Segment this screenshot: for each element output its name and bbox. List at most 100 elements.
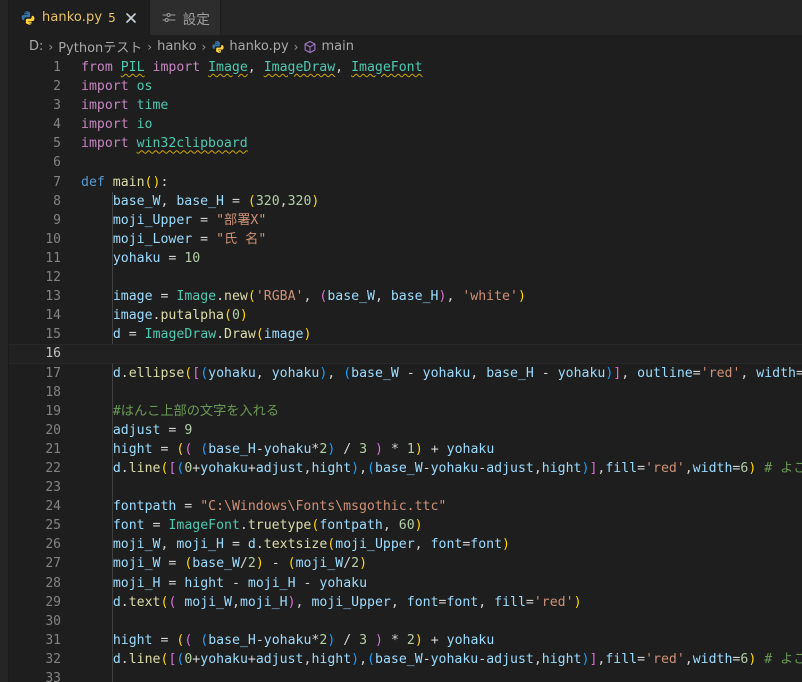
code-line[interactable]: 22 d.line([(0+yohaku+adjust,hight),(base… [9, 459, 802, 478]
line-number: 20 [45, 422, 61, 438]
line-number: 14 [45, 308, 61, 324]
breadcrumb-item-folder-python[interactable]: Pythonテスト [58, 37, 142, 56]
line-number: 3 [53, 98, 61, 114]
close-icon[interactable] [123, 10, 139, 26]
line-number: 19 [45, 403, 61, 419]
editor-tab-bar: hanko.py 5 設定 [9, 0, 802, 35]
breadcrumb-separator: › [293, 39, 299, 54]
code-line[interactable]: 10 moji_Lower = "氏 名" [9, 230, 802, 249]
line-number: 11 [45, 250, 61, 266]
code-line[interactable]: 19 #はんこ上部の文字を入れる [9, 402, 802, 421]
line-number: 32 [45, 651, 61, 667]
code-text: def main(): [81, 174, 169, 190]
line-number: 23 [45, 480, 61, 496]
breadcrumb-item-drive[interactable]: D: [29, 39, 43, 54]
python-file-icon [20, 10, 36, 26]
code-line[interactable]: 21 hight = (( (base_H-yohaku*2) / 3 ) * … [9, 440, 802, 459]
code-text: import os [81, 79, 153, 95]
code-text: image.putalpha(0) [112, 308, 248, 324]
line-number: 10 [45, 231, 61, 247]
code-line[interactable]: 29 d.text(( moji_W,moji_H), moji_Upper, … [9, 593, 802, 612]
tab-badge-count: 5 [108, 10, 116, 25]
code-text: d.line([(0+yohaku+adjust,hight),(base_W-… [112, 651, 802, 667]
breadcrumb-item-file[interactable]: hanko.py [211, 39, 289, 54]
line-number: 28 [45, 575, 61, 591]
code-line[interactable]: 7 def main(): [9, 173, 802, 192]
breadcrumb-label-file: hanko.py [229, 39, 289, 54]
code-text: moji_Upper = "部署X" [112, 212, 267, 228]
line-number: 29 [45, 594, 61, 610]
code-text: d.text(( moji_W,moji_H), moji_Upper, fon… [112, 594, 582, 610]
code-text: import time [81, 98, 169, 114]
code-line[interactable]: 13 image = Image.new('RGBA', (base_W, ba… [9, 287, 802, 306]
code-text: #はんこ上部の文字を入れる [112, 403, 280, 419]
line-number: 15 [45, 327, 61, 343]
code-text: moji_W = (base_W/2) - (moji_W/2) [112, 556, 368, 572]
code-line[interactable]: 4 import io [9, 115, 802, 134]
line-number: 4 [53, 117, 61, 133]
code-line[interactable]: 23 [9, 478, 802, 497]
code-line[interactable]: 8 base_W, base_H = (320,320) [9, 192, 802, 211]
code-line[interactable]: 5 import win32clipboard [9, 134, 802, 153]
breadcrumb-label-folder-python: Pythonテスト [58, 41, 143, 56]
code-line[interactable]: 12 [9, 268, 802, 287]
line-number: 24 [45, 499, 61, 515]
code-line[interactable]: 30 [9, 612, 802, 631]
code-line[interactable]: 6 [9, 153, 802, 172]
line-number: 27 [45, 556, 61, 572]
code-line[interactable]: 1 from PIL import Image, ImageDraw, Image… [9, 58, 802, 77]
code-line[interactable]: 26 moji_W, moji_H = d.textsize(moji_Uppe… [9, 535, 802, 554]
code-line[interactable]: 15 d = ImageDraw.Draw(image) [9, 325, 802, 344]
python-file-icon [211, 40, 225, 54]
code-line[interactable]: 14 image.putalpha(0) [9, 306, 802, 325]
code-text: adjust = 9 [112, 422, 193, 438]
code-line[interactable]: 18 [9, 383, 802, 402]
code-text: moji_H = hight - moji_H - yohaku [112, 575, 368, 591]
code-line[interactable]: 31 hight = (( (base_H-yohaku*2) / 3 ) * … [9, 631, 802, 650]
line-number: 22 [45, 460, 61, 476]
breadcrumb-label-symbol-main: main [321, 39, 354, 54]
code-line[interactable]: 16 [9, 344, 802, 364]
code-line[interactable]: 11 yohaku = 10 [9, 249, 802, 268]
tab-settings[interactable]: 設定 [149, 0, 221, 35]
code-text: from PIL import Image, ImageDraw, ImageF… [81, 60, 423, 75]
symbol-method-icon [303, 40, 317, 54]
line-number: 12 [45, 270, 61, 286]
breadcrumb-separator: › [147, 39, 153, 54]
line-number: 13 [45, 289, 61, 305]
vscode-window: hanko.py 5 設定 D: › Pythonテスト › hanko › h… [0, 0, 802, 682]
code-line[interactable]: 9 moji_Upper = "部署X" [9, 211, 802, 230]
code-line[interactable]: 33 [9, 669, 802, 682]
code-text: font = ImageFont.truetype(fontpath, 60) [112, 518, 423, 534]
line-number: 16 [45, 346, 61, 362]
tab-bar-empty-space [220, 0, 802, 35]
code-line[interactable]: 17 d.ellipse([(yohaku, yohaku), (base_W … [9, 364, 802, 383]
code-text: import io [81, 117, 153, 133]
line-number: 25 [45, 518, 61, 534]
code-line[interactable]: 20 adjust = 9 [9, 421, 802, 440]
code-text: image = Image.new('RGBA', (base_W, base_… [112, 289, 526, 305]
code-line[interactable]: 27 moji_W = (base_W/2) - (moji_W/2) [9, 554, 802, 573]
settings-sliders-icon [161, 10, 177, 26]
code-line[interactable]: 3 import time [9, 96, 802, 115]
tab-hanko-py[interactable]: hanko.py 5 [9, 0, 150, 35]
code-text: d.ellipse([(yohaku, yohaku), (base_W - y… [112, 365, 802, 381]
code-line[interactable]: 25 font = ImageFont.truetype(fontpath, 6… [9, 516, 802, 535]
line-number: 1 [53, 60, 61, 75]
code-line[interactable]: 28 moji_H = hight - moji_H - yohaku [9, 574, 802, 593]
code-editor[interactable]: 1 from PIL import Image, ImageDraw, Image… [9, 58, 802, 682]
line-number: 2 [53, 79, 61, 95]
code-text: yohaku = 10 [112, 250, 201, 266]
line-number: 9 [53, 212, 61, 228]
line-number: 5 [53, 136, 61, 152]
code-line[interactable]: 32 d.line([(0+yohaku+adjust,hight),(base… [9, 650, 802, 669]
breadcrumb-item-symbol-main[interactable]: main [303, 39, 354, 54]
breadcrumb-label-folder-hanko: hanko [157, 39, 197, 54]
code-text: hight = (( (base_H-yohaku*2) / 3 ) * 2) … [112, 632, 495, 648]
line-number: 18 [45, 384, 61, 400]
line-number: 26 [45, 537, 61, 553]
code-line[interactable]: 24 fontpath = "C:\Windows\Fonts\msgothic… [9, 497, 802, 516]
breadcrumb: D: › Pythonテスト › hanko › hanko.py › main [9, 35, 802, 58]
code-line[interactable]: 2 import os [9, 77, 802, 96]
breadcrumb-item-folder-hanko[interactable]: hanko [157, 39, 196, 54]
